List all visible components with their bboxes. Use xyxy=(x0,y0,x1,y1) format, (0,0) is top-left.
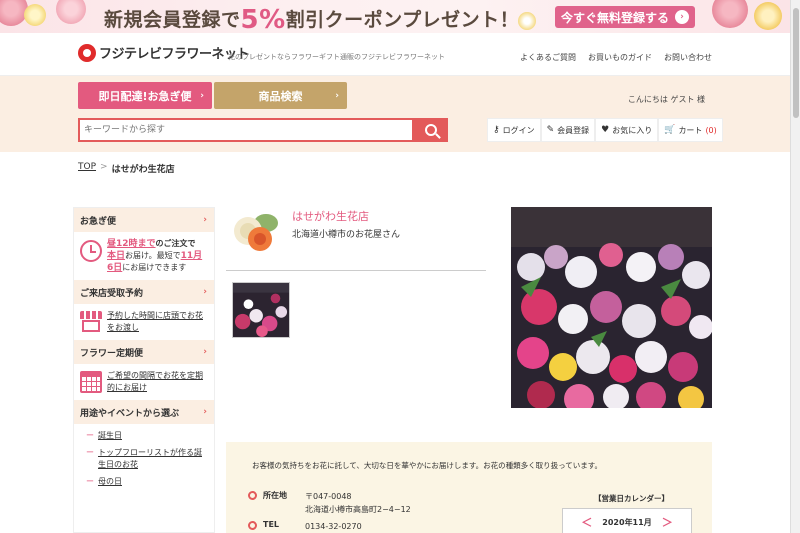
shop-photo-thumbnail[interactable] xyxy=(232,282,290,338)
logo-mark-icon xyxy=(78,43,96,62)
account-bar: ⚷ ログイン ✎ 会員登録 ♥ お気に入り 🛒 カート (0) xyxy=(487,118,723,142)
address-text: 北海道小樽市高島町2−4−12 xyxy=(305,505,411,514)
sidebar-head-subscription[interactable]: フラワー定期便 › xyxy=(74,340,214,364)
tel-number[interactable]: 0134-32-0270 xyxy=(305,520,362,533)
scrollbar-thumb[interactable] xyxy=(793,8,799,118)
sidebar-head-pickup[interactable]: ご来店受取予約 › xyxy=(74,280,214,304)
page-scrollbar[interactable] xyxy=(790,0,800,533)
site-logo[interactable]: フジテレビフラワーネット xyxy=(78,43,250,62)
breadcrumb: TOP > はせがわ生花店 xyxy=(78,162,175,175)
occasion-list: ー 誕生日 ー トップフローリストが作る誕生日のお花 ー 母の日 xyxy=(74,424,214,496)
pickup-text[interactable]: 予約した時間に店頭でお花をお渡し xyxy=(107,310,208,334)
heart-icon: ♥ xyxy=(601,125,610,135)
breadcrumb-separator: > xyxy=(100,162,108,172)
sidebar-head-express[interactable]: お急ぎ便 › xyxy=(74,208,214,232)
chevron-right-icon: › xyxy=(203,215,207,225)
sidebar-head-occasions[interactable]: 用途やイベントから選ぶ › xyxy=(74,400,214,424)
shop-info-box: お客様の気持ちをお花に託して、大切な日を華やかにお届けします。お花の種類多く取り… xyxy=(226,442,712,533)
chevron-right-icon: › xyxy=(203,407,207,417)
flower-decoration xyxy=(712,0,748,28)
key-icon: ⚷ xyxy=(493,125,500,135)
chevron-right-icon: › xyxy=(335,90,339,101)
breadcrumb-top-link[interactable]: TOP xyxy=(78,162,96,175)
calendar-title: 【営業日カレンダー】 xyxy=(594,494,669,503)
chevron-right-icon: › xyxy=(200,90,204,101)
contact-link[interactable]: お問い合わせ xyxy=(664,52,712,63)
express-delivery-button[interactable]: 即日配達!お急ぎ便 › xyxy=(78,82,212,109)
occasion-item-mothers-day[interactable]: ー 母の日 xyxy=(86,476,208,488)
bullet-ring-icon xyxy=(248,521,257,530)
cart-count: (0) xyxy=(705,125,717,135)
search-icon xyxy=(425,124,437,136)
express-info-text: 昼12時までのご注文で 本日お届け。最短で11月 6日にお届けできます xyxy=(107,239,203,273)
bullet-ring-icon xyxy=(248,491,257,500)
flower-decoration xyxy=(518,12,536,30)
breadcrumb-current: はせがわ生花店 xyxy=(111,165,175,175)
keyword-search-input[interactable] xyxy=(78,118,414,142)
calendar-month: 2020年11月 xyxy=(602,517,652,527)
register-button[interactable]: ✎ 会員登録 xyxy=(540,118,596,142)
occasion-item-birthday[interactable]: ー 誕生日 xyxy=(86,430,208,442)
site-header: フジテレビフラワーネット 花のプレゼントならフラワーギフト通販のフジテレビフラワ… xyxy=(0,33,790,76)
user-greeting: こんにちは ゲスト 様 xyxy=(627,95,705,104)
arrow-right-icon: › xyxy=(675,10,689,24)
clock-icon xyxy=(80,240,102,262)
search-area: 即日配達!お急ぎ便 › 商品検索 › こんにちは ゲスト 様 ⚷ ログイン ✎ … xyxy=(0,76,790,152)
occasion-item-top-florist-birthday[interactable]: ー トップフローリストが作る誕生日のお花 xyxy=(86,447,208,471)
sidebar-subscription-body[interactable]: ご希望の間隔でお花を定期的にお届け xyxy=(74,364,214,400)
cart-button[interactable]: 🛒 カート (0) xyxy=(658,118,723,142)
sidebar: お急ぎ便 › 昼12時までのご注文で 本日お届け。最短で11月 6日にお届けでき… xyxy=(73,207,215,533)
banner-percent: 5% xyxy=(240,5,286,33)
promo-banner[interactable]: 新規会員登録で5%割引クーポンプレゼント！ 今すぐ無料登録する › xyxy=(0,0,790,33)
calendar-icon xyxy=(80,371,102,393)
login-button[interactable]: ⚷ ログイン xyxy=(487,118,541,142)
flower-decoration xyxy=(754,2,782,30)
faq-link[interactable]: よくあるご質問 xyxy=(520,52,576,63)
chevron-right-icon: › xyxy=(203,287,207,297)
register-now-button[interactable]: 今すぐ無料登録する › xyxy=(555,6,695,28)
postal-code: 〒047-0048 xyxy=(305,492,352,501)
shop-icon-bouquet xyxy=(234,214,278,251)
shop-name: はせがわ生花店 xyxy=(292,210,369,223)
business-calendar: ＜ 2020年11月 ＞ xyxy=(562,508,692,533)
address-row: 所在地 〒047-0048 北海道小樽市高島町2−4−12 xyxy=(248,490,411,516)
flower-decoration xyxy=(56,0,86,24)
sidebar-express-body[interactable]: 昼12時までのご注文で 本日お届け。最短で11月 6日にお届けできます xyxy=(74,232,214,280)
calendar-next-button[interactable]: ＞ xyxy=(662,514,673,530)
favorites-button[interactable]: ♥ お気に入り xyxy=(595,118,659,142)
shop-description: お客様の気持ちをお花に託して、大切な日を華やかにお届けします。お花の種類多く取り… xyxy=(252,461,603,470)
pencil-icon: ✎ xyxy=(546,125,555,135)
sidebar-pickup-body[interactable]: 予約した時間に店頭でお花をお渡し xyxy=(74,304,214,340)
tel-row: TEL 0134-32-0270 xyxy=(248,520,362,533)
shop-subtitle: 北海道小樽市のお花屋さん xyxy=(292,230,401,240)
shop-main-photo xyxy=(511,207,712,408)
cart-icon: 🛒 xyxy=(664,125,676,135)
banner-headline: 新規会員登録で5%割引クーポンプレゼント！ xyxy=(104,5,520,33)
product-search-button[interactable]: 商品検索 › xyxy=(214,82,347,109)
store-icon xyxy=(80,311,102,333)
divider xyxy=(226,270,486,271)
subscription-text[interactable]: ご希望の間隔でお花を定期的にお届け xyxy=(107,370,208,394)
shopping-guide-link[interactable]: お買いものガイド xyxy=(588,52,652,63)
search-button[interactable] xyxy=(414,118,448,142)
chevron-right-icon: › xyxy=(203,347,207,357)
calendar-prev-button[interactable]: ＜ xyxy=(581,514,592,530)
flower-decoration xyxy=(24,4,46,26)
header-links: よくあるご質問 お買いものガイド お問い合わせ xyxy=(520,52,712,63)
site-tagline: 花のプレゼントならフラワーギフト通販のフジテレビフラワーネット xyxy=(228,53,445,61)
